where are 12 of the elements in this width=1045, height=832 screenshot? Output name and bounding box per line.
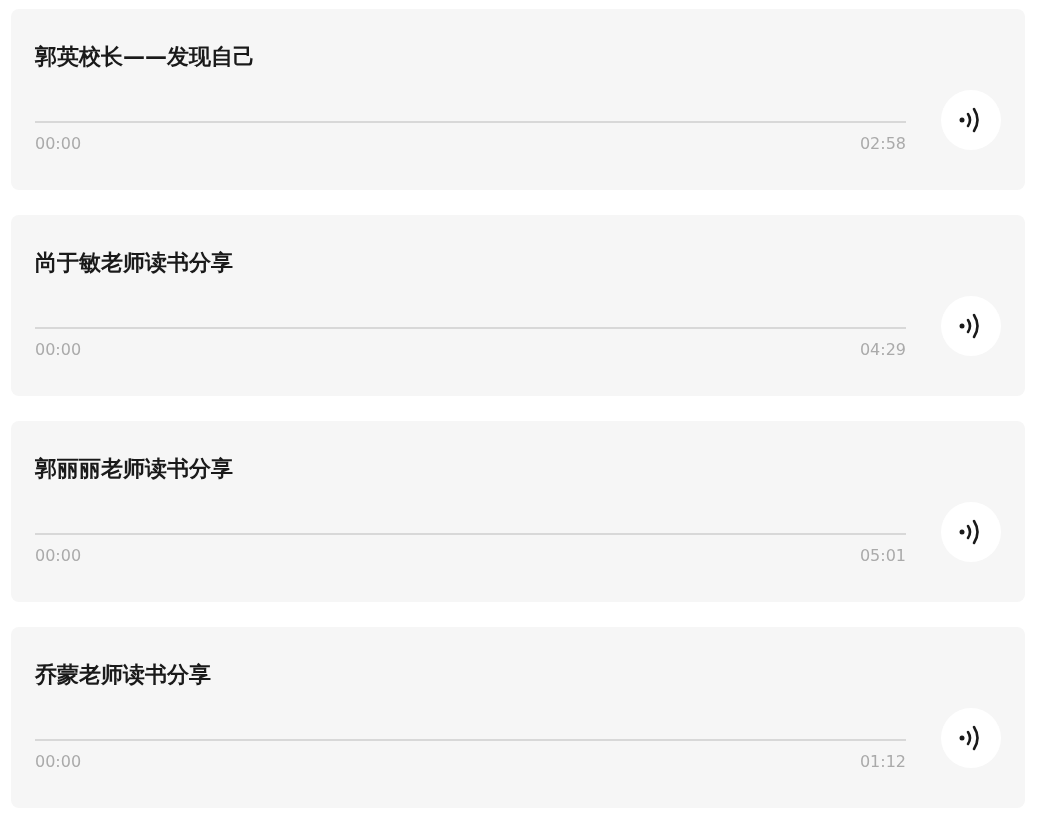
track-title: 尚于敏老师读书分享	[35, 249, 234, 277]
current-time: 00:00	[35, 546, 82, 566]
current-time: 00:00	[35, 134, 82, 154]
duration: 05:01	[859, 546, 906, 566]
duration: 04:29	[859, 340, 906, 360]
track-title: 乔蒙老师读书分享	[35, 661, 212, 689]
current-time: 00:00	[35, 340, 82, 360]
track-title: 郭丽丽老师读书分享	[35, 455, 234, 483]
duration: 01:12	[859, 752, 906, 772]
track-title: 郭英校长——发现自己	[35, 43, 256, 71]
current-time: 00:00	[35, 752, 82, 772]
duration: 02:58	[859, 134, 906, 154]
